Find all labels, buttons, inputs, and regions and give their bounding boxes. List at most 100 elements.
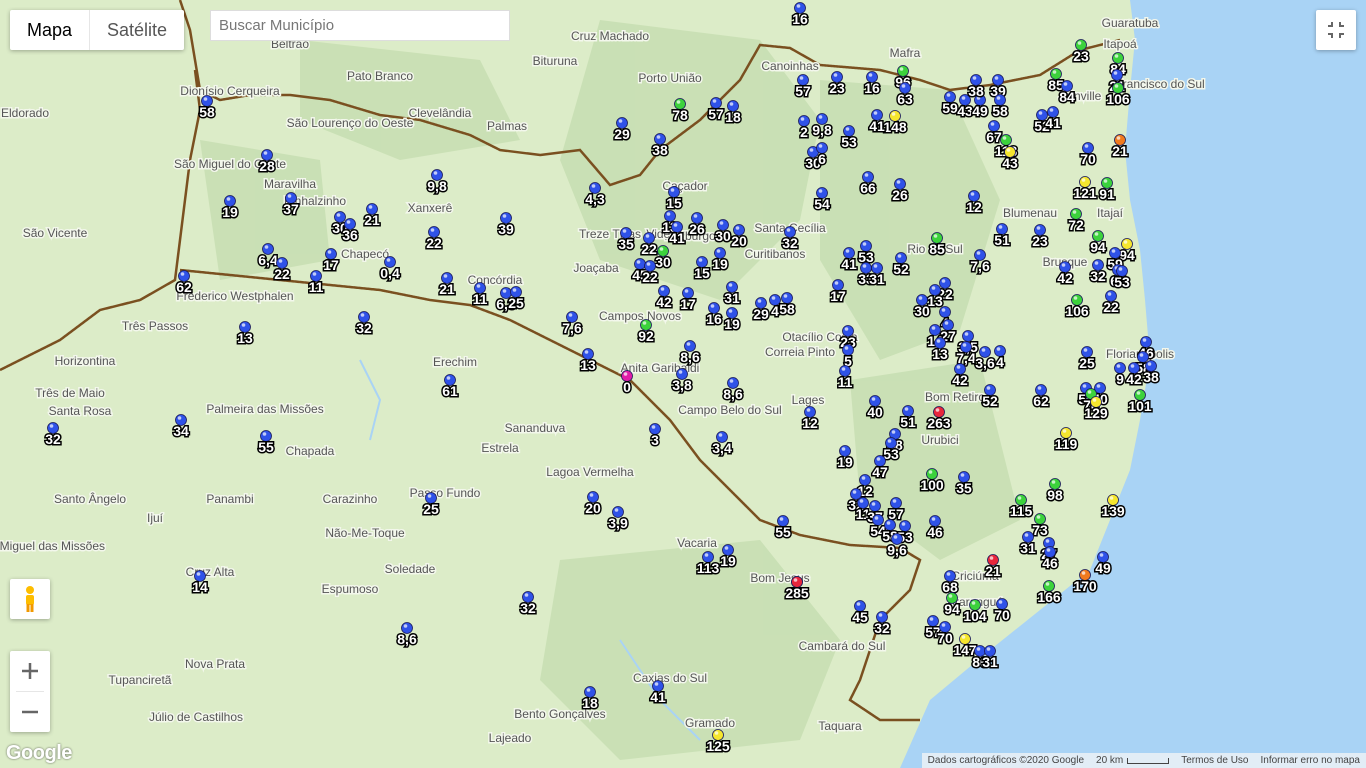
- map-type-satellite-button[interactable]: Satélite: [89, 10, 184, 50]
- city-label: Eldorado: [1, 106, 49, 120]
- station-dot-highlight: [918, 296, 923, 300]
- map-type-map-button[interactable]: Mapa: [10, 10, 89, 50]
- station-dot-highlight: [1063, 82, 1068, 86]
- station-value: 11: [473, 291, 488, 307]
- station-dot-highlight: [1036, 226, 1041, 230]
- zoom-out-button[interactable]: [10, 692, 50, 732]
- google-logo[interactable]: Google: [6, 742, 72, 765]
- station-dot-highlight: [568, 313, 573, 317]
- station-dot-highlight: [893, 535, 898, 539]
- station-dot-highlight: [678, 370, 683, 374]
- station-value: 19: [837, 454, 853, 470]
- city-label: Palmeira das Missões: [206, 402, 323, 416]
- minus-icon: [22, 710, 38, 714]
- city-label: Panambi: [206, 492, 253, 506]
- zoom-in-button[interactable]: [10, 651, 50, 691]
- station-value: 32: [782, 235, 798, 251]
- station-value: 139: [1101, 503, 1125, 519]
- fullscreen-exit-icon: [1328, 22, 1344, 38]
- map-canvas[interactable]: BeltrãoPato BrancoDionísio CerqueiraEldo…: [0, 0, 1366, 768]
- station-dot-highlight: [873, 264, 878, 268]
- station-marker[interactable]: 6: [816, 142, 828, 169]
- station-dot-highlight: [476, 284, 481, 288]
- street-view-button[interactable]: [10, 579, 50, 619]
- station-value: 22: [426, 235, 442, 251]
- station-value: 17: [830, 288, 846, 304]
- station-marker[interactable]: 4: [994, 345, 1006, 372]
- station-value: 57: [795, 83, 811, 99]
- station-dot-highlight: [833, 73, 838, 77]
- zoom-control: [10, 651, 50, 732]
- terms-link[interactable]: Termos de Uso: [1175, 753, 1254, 768]
- station-dot-highlight: [876, 457, 881, 461]
- station-value: 42: [656, 294, 672, 310]
- station-dot-highlight: [1142, 338, 1147, 342]
- station-dot-highlight: [502, 214, 507, 218]
- station-dot-highlight: [941, 623, 946, 627]
- city-label: Xanxerê: [408, 201, 453, 215]
- station-value: 32: [874, 620, 890, 636]
- station-dot-highlight: [312, 272, 317, 276]
- station-dot-highlight: [990, 122, 995, 126]
- station-dot-highlight: [878, 613, 883, 617]
- station-value: 70: [994, 607, 1010, 623]
- fullscreen-button[interactable]: [1316, 10, 1356, 50]
- station-value: 8,6: [397, 631, 417, 647]
- station-value: 285: [785, 585, 809, 601]
- station-dot-highlight: [1037, 386, 1042, 390]
- station-value: 42: [1126, 371, 1142, 387]
- station-dot-highlight: [1024, 533, 1029, 537]
- station-value: 59: [942, 100, 958, 116]
- station-dot-highlight: [1103, 179, 1108, 183]
- station-value: 29: [614, 126, 630, 142]
- station-dot-highlight: [443, 274, 448, 278]
- station-dot-highlight: [1114, 54, 1119, 58]
- station-value: 41: [1045, 115, 1061, 131]
- station-dot-highlight: [427, 494, 432, 498]
- station-dot-highlight: [1147, 362, 1152, 366]
- station-value: 26: [689, 221, 705, 237]
- city-label: Júlio de Castilhos: [149, 710, 243, 724]
- station-value: 51: [994, 232, 1010, 248]
- pegman-icon: [26, 586, 34, 612]
- city-label: Horizontina: [55, 354, 116, 368]
- station-dot-highlight: [589, 493, 594, 497]
- station-dot-highlight: [845, 249, 850, 253]
- station-value: 21: [1112, 143, 1128, 159]
- city-label: Lajeado: [489, 731, 532, 745]
- station-dot-highlight: [1094, 232, 1099, 236]
- station-dot-highlight: [874, 516, 879, 520]
- station-value: 16: [864, 80, 880, 96]
- station-value: 9: [1116, 371, 1124, 387]
- station-marker[interactable]: 3: [649, 423, 661, 450]
- station-value: 7,6: [562, 320, 582, 336]
- station-dot-highlight: [614, 508, 619, 512]
- city-label: Cambará do Sul: [799, 639, 886, 653]
- search-municipality-input[interactable]: [210, 10, 510, 41]
- station-dot-highlight: [1081, 571, 1086, 575]
- station-dot-highlight: [1045, 582, 1050, 586]
- station-marker[interactable]: 11: [471, 282, 489, 309]
- station-dot-highlight: [710, 304, 715, 308]
- station-dot-highlight: [896, 180, 901, 184]
- station-value: 35: [956, 480, 972, 496]
- station-dot-highlight: [891, 430, 896, 434]
- station-dot-highlight: [891, 112, 896, 116]
- map-data-attribution[interactable]: Dados cartográficos ©2020 Google: [922, 753, 1090, 768]
- station-value: 14: [192, 579, 208, 595]
- station-value: 70: [937, 630, 953, 646]
- station-marker[interactable]: 9: [1114, 362, 1126, 389]
- station-value: 113: [697, 560, 720, 576]
- city-label: Urubici: [921, 433, 958, 447]
- station-marker[interactable]: 11: [307, 270, 325, 297]
- station-dot-highlight: [656, 135, 661, 139]
- station-value: 26: [892, 187, 908, 203]
- station-value: 20: [585, 500, 601, 516]
- station-marker[interactable]: 2: [798, 115, 810, 142]
- station-value: 13: [237, 330, 253, 346]
- scale-indicator[interactable]: 20 km: [1090, 753, 1175, 768]
- report-error-link[interactable]: Informar erro no mapa: [1255, 753, 1366, 768]
- station-marker[interactable]: 11: [836, 365, 854, 392]
- station-dot-highlight: [834, 281, 839, 285]
- station-marker[interactable]: 0: [621, 370, 633, 397]
